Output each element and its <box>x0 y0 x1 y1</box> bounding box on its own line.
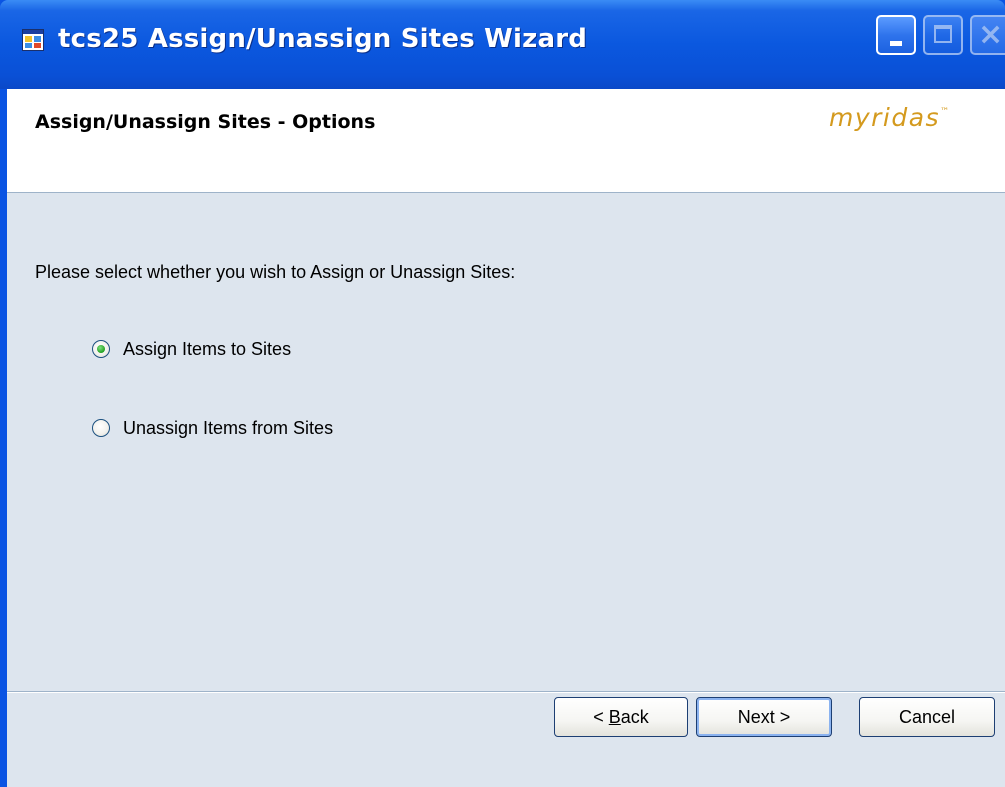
wizard-window: tcs25 Assign/Unassign Sites Wizard × Ass… <box>0 0 1005 787</box>
myridas-logo: myridas™ <box>829 103 949 132</box>
maximize-button[interactable] <box>923 15 963 55</box>
assign-option-label[interactable]: Assign Items to Sites <box>123 339 291 360</box>
close-button[interactable]: × <box>970 15 1005 55</box>
wizard-app-icon <box>22 29 44 51</box>
minimize-button[interactable] <box>876 15 916 55</box>
wizard-header: Assign/Unassign Sites - Options myridas™ <box>7 89 1005 193</box>
close-icon: × <box>978 17 1004 52</box>
page-title: Assign/Unassign Sites - Options <box>35 111 376 133</box>
back-prefix: < <box>593 706 609 727</box>
window-title: tcs25 Assign/Unassign Sites Wizard <box>58 24 588 54</box>
instruction-text: Please select whether you wish to Assign… <box>35 262 516 282</box>
title-bar[interactable]: tcs25 Assign/Unassign Sites Wizard × <box>0 0 1005 89</box>
wizard-body: Assign/Unassign Sites - Options myridas™… <box>7 89 1005 787</box>
back-rest: ack <box>620 706 649 727</box>
logo-trademark: ™ <box>940 106 950 117</box>
minimize-icon <box>890 41 902 46</box>
back-mnemonic: B <box>608 706 621 727</box>
next-button[interactable]: Next > <box>696 697 832 737</box>
option-unassign-items[interactable]: Unassign Items from Sites <box>92 416 333 440</box>
maximize-icon <box>934 25 952 43</box>
option-assign-items[interactable]: Assign Items to Sites <box>92 337 291 361</box>
cancel-button[interactable]: Cancel <box>859 697 995 737</box>
logo-text: myridas <box>829 103 941 132</box>
assign-radio-button[interactable] <box>92 340 110 358</box>
footer-divider <box>7 691 1005 693</box>
back-button[interactable]: < Back <box>554 697 688 737</box>
unassign-option-label[interactable]: Unassign Items from Sites <box>123 418 333 439</box>
unassign-radio-button[interactable] <box>92 419 110 437</box>
options-panel: Please select whether you wish to Assign… <box>7 193 1005 693</box>
radio-selected-dot <box>97 345 105 353</box>
